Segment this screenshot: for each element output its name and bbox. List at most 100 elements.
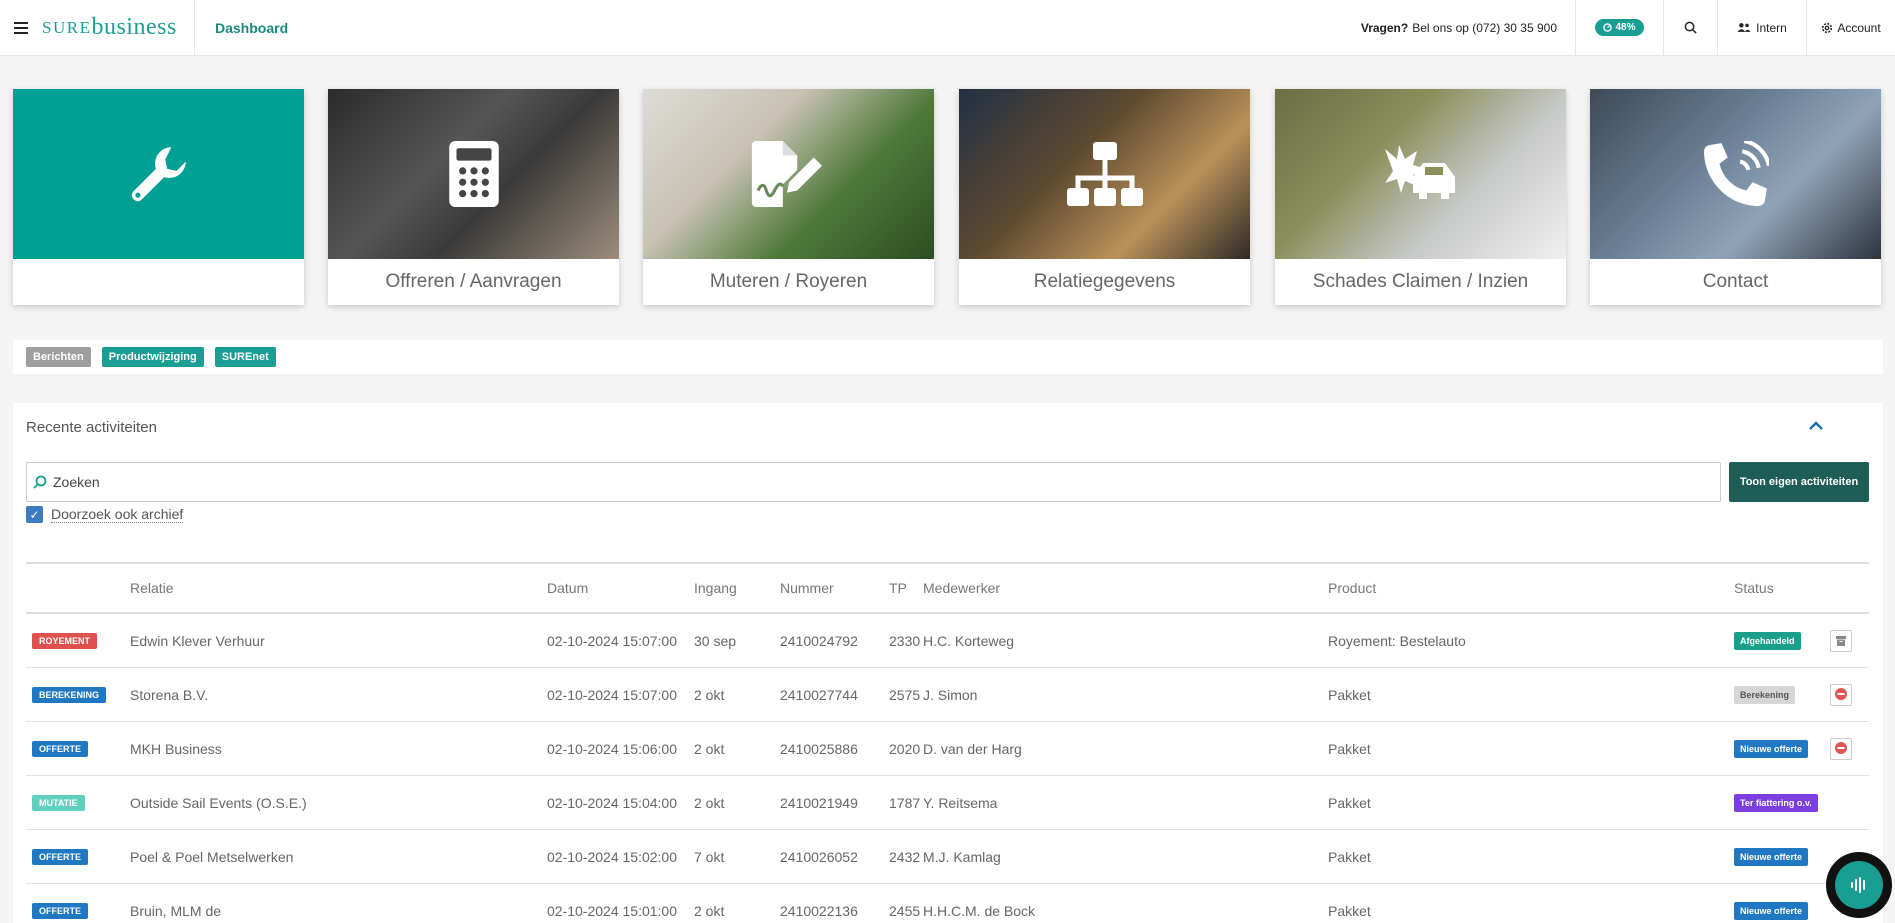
menu-icon[interactable]	[0, 0, 42, 56]
cell-product: Pakket	[1328, 740, 1371, 757]
account-label: Account	[1837, 20, 1881, 35]
tile-muteren[interactable]: Muteren / Royeren	[643, 89, 934, 305]
cell-nummer: 2410021949	[780, 794, 858, 811]
tile-relatiegegevens[interactable]: Relatiegegevens	[959, 89, 1250, 305]
tag-productwijziging[interactable]: Productwijziging	[101, 347, 204, 367]
tile-relatiegegevens-image	[959, 89, 1250, 259]
status-badge: Nieuwe offerte	[1734, 847, 1809, 866]
col-product[interactable]: Product	[1328, 564, 1376, 612]
status-badge: Berekening	[1734, 685, 1796, 704]
cell-nummer: 2410025886	[780, 740, 858, 757]
table-row[interactable]: OFFERTE Poel & Poel Metselwerken 02-10-202…	[26, 830, 1869, 884]
archive-label[interactable]: Doorzoek ook archief	[51, 506, 184, 523]
cell-relatie: Edwin Klever Verhuur	[130, 632, 265, 649]
intern-button[interactable]: Intern	[1717, 0, 1806, 56]
table-row[interactable]: BEREKENING Storena B.V. 02-10-2024 15:07:0…	[26, 668, 1869, 722]
type-cell: OFFERTE	[32, 830, 88, 883]
own-activities-button[interactable]: Toon eigen activiteiten	[1729, 462, 1869, 502]
cell-nummer: 2410027744	[780, 686, 858, 703]
panel-title: Recente activiteiten	[26, 419, 157, 436]
cell-tp: 2432	[889, 848, 921, 865]
progress-value: 48%	[1615, 22, 1636, 33]
tile-tools-image	[13, 89, 304, 259]
cell-product: Pakket	[1328, 686, 1371, 703]
remove-button[interactable]	[1830, 683, 1852, 706]
progress-badge[interactable]: 48%	[1595, 19, 1644, 36]
tile-contact-label: Contact	[1702, 271, 1769, 292]
cell-medewerker: H.C. Korteweg	[923, 632, 1015, 649]
table-row[interactable]: OFFERTE MKH Business 02-10-2024 15:06:00 2 …	[26, 722, 1869, 776]
tile-relatiegegevens-label: Relatiegegevens	[1033, 271, 1176, 292]
file-signature-icon	[751, 141, 822, 207]
voice-assistant-inner	[1835, 861, 1883, 909]
table-row[interactable]: MUTATIE Outside Sail Events (O.S.E.) 02-10…	[26, 776, 1869, 830]
type-badge: OFFERTE	[32, 740, 88, 757]
tile-offreren[interactable]: Offreren / Aanvragen	[328, 89, 619, 305]
cell-medewerker: D. van der Harg	[923, 740, 1022, 757]
type-cell: ROYEMENT	[32, 614, 98, 667]
tile-offreren-image	[328, 89, 619, 259]
archive-checkbox[interactable]: ✓	[26, 506, 43, 523]
logo-sure: SURE	[42, 17, 92, 37]
cell-ingang: 2 okt	[694, 740, 725, 757]
progress-cell[interactable]: 48%	[1575, 0, 1663, 56]
cell-medewerker: H.H.C.M. de Bock	[923, 902, 1036, 919]
calculator-icon	[448, 141, 499, 207]
type-cell: MUTATIE	[32, 776, 85, 829]
type-cell: BEREKENING	[32, 668, 107, 721]
tile-tools-label	[13, 259, 304, 305]
archive-button[interactable]	[1830, 629, 1852, 652]
status-cell: Nieuwe offerte	[1734, 830, 1809, 883]
cell-product: Royement: Bestelauto	[1328, 632, 1466, 649]
cell-datum: 02-10-2024 15:04:00	[547, 794, 677, 811]
search-icon	[1684, 21, 1697, 34]
tag-berichten[interactable]: Berichten	[26, 347, 91, 367]
logo[interactable]: SURE business	[42, 0, 195, 56]
tile-schades[interactable]: Schades Claimen / Inzien	[1275, 89, 1566, 305]
tile-contact-image	[1590, 89, 1881, 259]
cell-tp: 2330	[889, 632, 921, 649]
col-status[interactable]: Status	[1734, 564, 1774, 612]
tag-surenet[interactable]: SUREnet	[214, 347, 276, 367]
remove-button[interactable]	[1830, 737, 1852, 760]
tile-offreren-label: Offreren / Aanvragen	[385, 271, 562, 292]
col-nummer[interactable]: Nummer	[780, 564, 834, 612]
table-row[interactable]: OFFERTE Bruin, MLM de 02-10-2024 15:01:00 2…	[26, 884, 1869, 923]
tag-row: Berichten Productwijziging SUREnet	[13, 340, 1883, 374]
recent-activities-panel: Recente activiteiten Toon eigen activite…	[13, 403, 1883, 923]
help-phone: Bel ons op (072) 30 35 900	[1412, 20, 1557, 35]
collapse-chevron-icon[interactable]	[1809, 417, 1823, 435]
cell-relatie: Storena B.V.	[130, 686, 209, 703]
breadcrumb-dashboard[interactable]: Dashboard	[215, 20, 288, 36]
account-button[interactable]: Account	[1806, 0, 1895, 56]
cell-tp: 2020	[889, 740, 921, 757]
users-icon	[1737, 23, 1751, 32]
car-crash-icon	[1384, 145, 1455, 199]
status-badge: Afgehandeld	[1734, 631, 1801, 650]
cell-medewerker: M.J. Kamlag	[923, 848, 1001, 865]
search-button[interactable]	[1663, 0, 1717, 56]
col-datum[interactable]: Datum	[547, 564, 588, 612]
col-relatie[interactable]: Relatie	[130, 564, 174, 612]
cell-product: Pakket	[1328, 794, 1371, 811]
tile-tools[interactable]	[13, 89, 304, 305]
cell-tp: 2575	[889, 686, 921, 703]
type-badge: ROYEMENT	[32, 632, 98, 649]
search-input[interactable]	[53, 464, 1720, 500]
col-ingang[interactable]: Ingang	[694, 564, 737, 612]
cell-datum: 02-10-2024 15:01:00	[547, 902, 677, 919]
col-medewerker[interactable]: Medewerker	[923, 564, 1000, 612]
col-tp[interactable]: TP	[889, 564, 907, 612]
voice-assistant-button[interactable]	[1826, 852, 1892, 918]
table-header: Relatie Datum Ingang Nummer TP Medewerke…	[26, 564, 1869, 614]
cell-nummer: 2410026052	[780, 848, 858, 865]
remove-icon	[1835, 741, 1847, 757]
cell-relatie: Outside Sail Events (O.S.E.)	[130, 794, 307, 811]
table-row[interactable]: ROYEMENT Edwin Klever Verhuur 02-10-2024 1…	[26, 614, 1869, 668]
tile-contact[interactable]: Contact	[1590, 89, 1881, 305]
activities-table: Relatie Datum Ingang Nummer TP Medewerke…	[26, 562, 1869, 923]
cell-product: Pakket	[1328, 902, 1371, 919]
status-cell: Ter fiattering o.v.	[1734, 776, 1818, 829]
table-body: ROYEMENT Edwin Klever Verhuur 02-10-2024 1…	[26, 614, 1869, 923]
status-badge: Nieuwe offerte	[1734, 739, 1809, 758]
